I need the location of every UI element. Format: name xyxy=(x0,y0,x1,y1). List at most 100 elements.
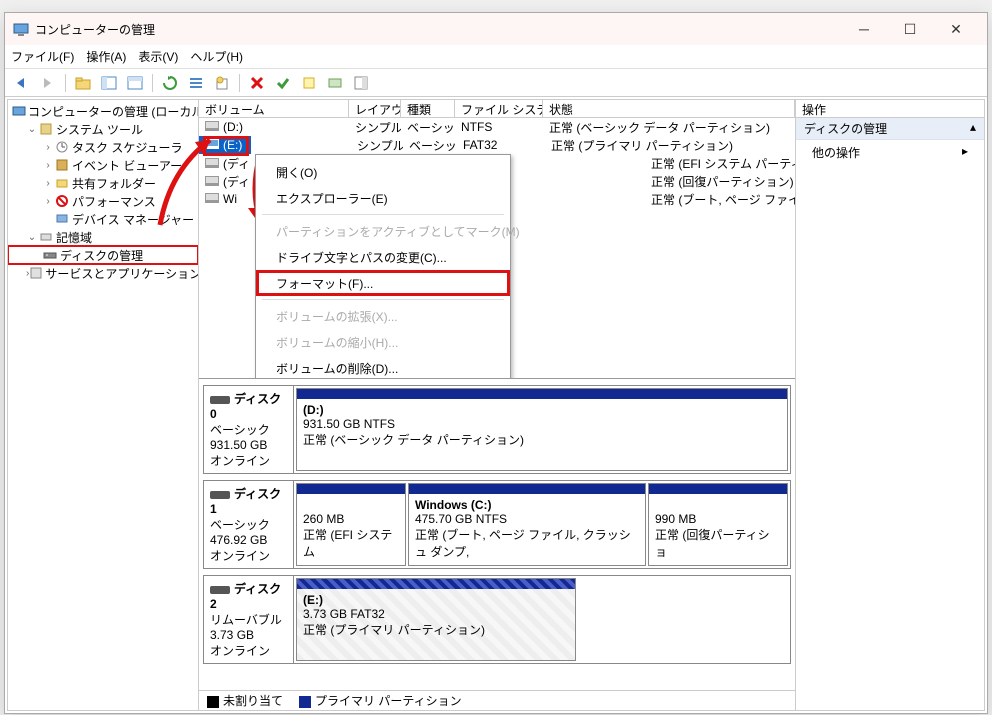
titlebar: コンピューターの管理 ─ ☐ ✕ xyxy=(5,13,987,45)
part-name: Windows (C:) xyxy=(415,498,492,512)
actions-header: 操作 xyxy=(796,100,984,118)
menu-action[interactable]: 操作(A) xyxy=(86,48,126,65)
vol-type: ベーシック xyxy=(403,137,457,154)
col-type[interactable]: 種類 xyxy=(401,100,455,117)
tree-shared-folders[interactable]: ›共有フォルダー xyxy=(8,174,198,192)
tree-task-scheduler-label: タスク スケジューラ xyxy=(72,139,183,156)
delete-icon[interactable] xyxy=(246,72,268,94)
tree-disk-management[interactable]: ディスクの管理 xyxy=(8,246,198,264)
properties-icon[interactable] xyxy=(211,72,233,94)
maximize-button[interactable]: ☐ xyxy=(887,13,933,45)
tree-root[interactable]: コンピューターの管理 (ローカル) xyxy=(8,102,198,120)
part-line: 3.73 GB FAT32 xyxy=(303,607,385,621)
vol-name: (ディ xyxy=(223,175,250,189)
disk-meta-0[interactable]: ディスク 0 ベーシック 931.50 GB オンライン xyxy=(204,386,294,473)
vol-layout: シンプル xyxy=(351,137,403,154)
panel-icon[interactable] xyxy=(350,72,372,94)
tree-shared-folders-label: 共有フォルダー xyxy=(72,175,156,192)
vol-layout: シンプル xyxy=(349,119,401,136)
tree-storage[interactable]: ⌄記憶域 xyxy=(8,228,198,246)
vol-status: 正常 (ベーシック データ パーティション) xyxy=(543,119,795,136)
part-line: 475.70 GB NTFS xyxy=(415,512,507,526)
disk-meta-1[interactable]: ディスク 1 ベーシック 476.92 GB オンライン xyxy=(204,481,294,568)
toolbar xyxy=(5,69,987,97)
part-status: 正常 (EFI システム xyxy=(303,528,392,559)
disk-graphical-view[interactable]: ディスク 0 ベーシック 931.50 GB オンライン (D:) 931.50… xyxy=(199,378,795,690)
disk-size: 476.92 GB xyxy=(210,533,287,547)
col-volume[interactable]: ボリューム xyxy=(199,100,349,117)
vol-fs: FAT32 xyxy=(457,138,545,152)
tree-system-tools-label: システム ツール xyxy=(56,121,143,138)
list-icon[interactable] xyxy=(185,72,207,94)
tree-device-manager[interactable]: デバイス マネージャー xyxy=(8,210,198,228)
tree-services-apps[interactable]: ›サービスとアプリケーション xyxy=(8,264,198,282)
legend-swatch-unalloc xyxy=(207,696,219,708)
col-status[interactable]: 状態 xyxy=(543,100,795,117)
ctx-change-letter[interactable]: ドライブ文字とパスの変更(C)... xyxy=(256,244,510,270)
vol-status: 正常 (EFI システム パーティション) xyxy=(645,155,795,172)
tree-root-label: コンピューターの管理 (ローカル) xyxy=(28,103,199,120)
tree-pane[interactable]: コンピューターの管理 (ローカル) ⌄システム ツール ›タスク スケジューラ … xyxy=(7,99,199,711)
tree-system-tools[interactable]: ⌄システム ツール xyxy=(8,120,198,138)
disk-type: リムーバブル xyxy=(210,611,287,628)
app-icon xyxy=(13,21,29,37)
vol-fs: NTFS xyxy=(455,120,543,134)
disk-state: オンライン xyxy=(210,452,287,469)
volume-row-d[interactable]: (D:) シンプル ベーシック NTFS 正常 (ベーシック データ パーティシ… xyxy=(199,118,795,136)
selection-highlight-e xyxy=(203,136,249,156)
drive-icon xyxy=(205,175,219,187)
actions-other-label: 他の操作 xyxy=(812,144,860,161)
part-name: (E:) xyxy=(303,593,323,607)
run-icon[interactable] xyxy=(324,72,346,94)
disk-row-2: ディスク 2 リムーバブル 3.73 GB オンライン (E:) 3.73 GB… xyxy=(203,575,791,664)
ctx-mark-active: パーティションをアクティブとしてマーク(M) xyxy=(256,218,510,244)
disk-state: オンライン xyxy=(210,642,287,659)
disk-icon xyxy=(210,396,230,404)
menu-view[interactable]: 表示(V) xyxy=(138,48,178,65)
view1-icon[interactable] xyxy=(98,72,120,94)
check-icon[interactable] xyxy=(272,72,294,94)
minimize-button[interactable]: ─ xyxy=(841,13,887,45)
actions-section-disk-management[interactable]: ディスクの管理 ▴ xyxy=(796,118,984,140)
refresh-icon[interactable] xyxy=(159,72,181,94)
volume-row-e-rest: シンプル ベーシック FAT32 正常 (プライマリ パーティション) xyxy=(199,136,795,154)
menu-help[interactable]: ヘルプ(H) xyxy=(190,48,243,65)
tree-storage-label: 記憶域 xyxy=(56,229,92,246)
back-button[interactable] xyxy=(11,72,33,94)
volume-list[interactable]: (D:) シンプル ベーシック NTFS 正常 (ベーシック データ パーティシ… xyxy=(199,118,795,378)
partition-d[interactable]: (D:) 931.50 GB NTFS 正常 (ベーシック データ パーティショ… xyxy=(296,388,788,471)
ctx-open[interactable]: 開く(O) xyxy=(256,159,510,185)
note-icon[interactable] xyxy=(298,72,320,94)
disk-size: 3.73 GB xyxy=(210,628,287,642)
partition-e[interactable]: (E:) 3.73 GB FAT32 正常 (プライマリ パーティション) xyxy=(296,578,576,661)
legend: 未割り当て プライマリ パーティション xyxy=(199,690,795,710)
part-line: 931.50 GB NTFS xyxy=(303,417,395,431)
up-folder-icon[interactable] xyxy=(72,72,94,94)
chevron-right-icon: ▸ xyxy=(962,144,968,161)
col-fs[interactable]: ファイル システム xyxy=(455,100,543,117)
tree-device-manager-label: デバイス マネージャー xyxy=(72,211,194,228)
close-button[interactable]: ✕ xyxy=(933,13,979,45)
partition-c[interactable]: Windows (C:) 475.70 GB NTFS 正常 (ブート, ページ… xyxy=(408,483,646,566)
ctx-format[interactable]: フォーマット(F)... xyxy=(256,270,510,296)
part-line: 260 MB xyxy=(303,512,344,526)
actions-other[interactable]: 他の操作 ▸ xyxy=(796,140,984,165)
tree-performance[interactable]: ›パフォーマンス xyxy=(8,192,198,210)
view2-icon[interactable] xyxy=(124,72,146,94)
col-layout[interactable]: レイアウト xyxy=(349,100,401,117)
vol-status: 正常 (回復パーティション) xyxy=(645,173,795,190)
partition-efi[interactable]: 260 MB 正常 (EFI システム xyxy=(296,483,406,566)
ctx-explorer[interactable]: エクスプローラー(E) xyxy=(256,185,510,211)
ctx-delete[interactable]: ボリュームの削除(D)... xyxy=(256,355,510,378)
forward-button[interactable] xyxy=(37,72,59,94)
legend-swatch-primary xyxy=(299,696,311,708)
menu-file[interactable]: ファイル(F) xyxy=(11,48,74,65)
disk-size: 931.50 GB xyxy=(210,438,287,452)
tree-event-viewer-label: イベント ビューアー xyxy=(72,157,182,174)
partition-recovery[interactable]: 990 MB 正常 (回復パーティショ xyxy=(648,483,788,566)
tree-event-viewer[interactable]: ›イベント ビューアー xyxy=(8,156,198,174)
disk-meta-2[interactable]: ディスク 2 リムーバブル 3.73 GB オンライン xyxy=(204,576,294,663)
tree-task-scheduler[interactable]: ›タスク スケジューラ xyxy=(8,138,198,156)
tree-services-apps-label: サービスとアプリケーション xyxy=(45,265,199,282)
actions-pane: 操作 ディスクの管理 ▴ 他の操作 ▸ xyxy=(795,99,985,711)
